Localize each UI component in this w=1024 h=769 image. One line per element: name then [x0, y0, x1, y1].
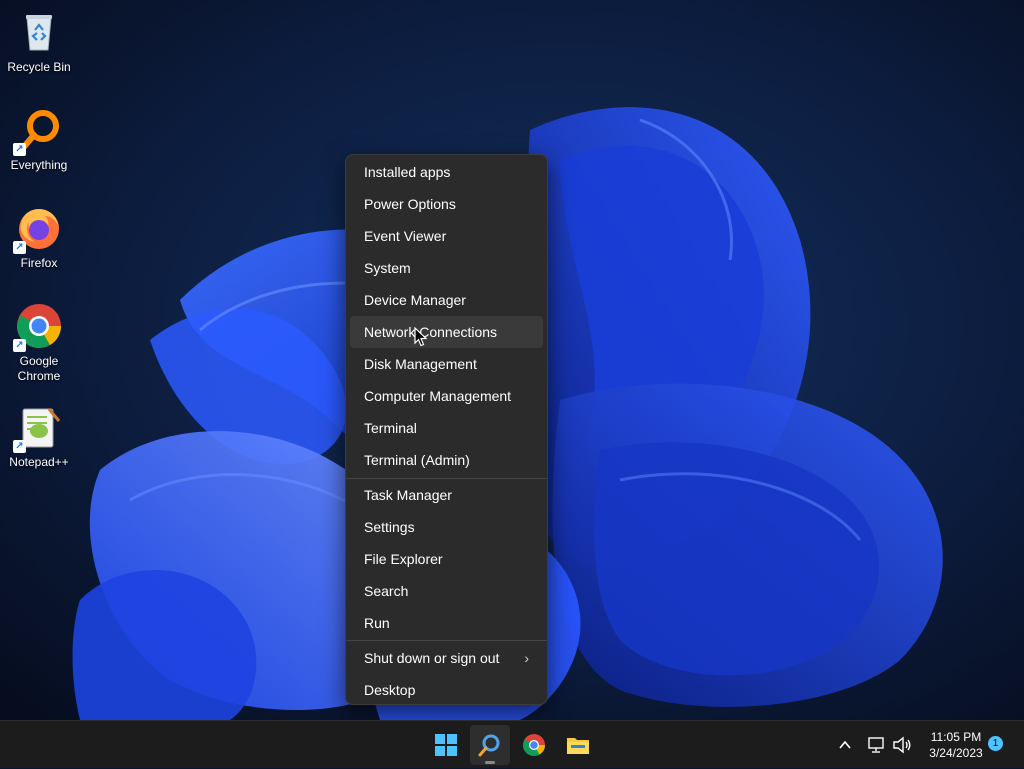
desktop-icon-firefox[interactable]: ↗ Firefox [0, 204, 78, 271]
clock-button[interactable]: 11:05 PM 3/24/2023 [916, 729, 996, 761]
menu-separator [346, 640, 547, 641]
taskbar-search-button[interactable] [470, 725, 510, 765]
volume-button[interactable] [890, 721, 914, 769]
clock-time: 11:05 PM [930, 730, 982, 744]
taskbar: 11:05 PM 3/24/2023 [0, 720, 1024, 768]
menu-item-computer-management[interactable]: Computer Management [350, 380, 543, 412]
shortcut-arrow-icon: ↗ [13, 241, 26, 254]
menu-item-desktop[interactable]: Desktop [350, 674, 543, 706]
desktop-icon-label: Firefox [20, 256, 58, 270]
everything-search-icon: ↗ [13, 106, 63, 156]
taskbar-chrome-button[interactable] [514, 725, 554, 765]
menu-item-settings[interactable]: Settings [350, 511, 543, 543]
desktop-icon-recycle-bin[interactable]: Recycle Bin [0, 8, 78, 75]
chrome-icon [523, 734, 545, 756]
menu-item-terminal-admin[interactable]: Terminal (Admin) [350, 444, 543, 476]
notification-badge[interactable]: 1 [988, 736, 1003, 751]
winx-context-menu: Installed apps Power Options Event Viewe… [345, 154, 548, 705]
shortcut-arrow-icon: ↗ [13, 143, 26, 156]
shortcut-arrow-icon: ↗ [13, 440, 26, 453]
menu-item-task-manager[interactable]: Task Manager [350, 479, 543, 511]
shortcut-arrow-icon: ↗ [13, 339, 26, 352]
menu-item-system[interactable]: System [350, 252, 543, 284]
menu-item-disk-management[interactable]: Disk Management [350, 348, 543, 380]
desktop-icon-google-chrome[interactable]: ↗ Google Chrome [0, 302, 78, 384]
menu-item-event-viewer[interactable]: Event Viewer [350, 220, 543, 252]
menu-group-apps: Task Manager Settings File Explorer Sear… [346, 479, 547, 639]
menu-item-device-manager[interactable]: Device Manager [350, 284, 543, 316]
chrome-icon: ↗ [13, 302, 63, 352]
menu-item-file-explorer[interactable]: File Explorer [350, 543, 543, 575]
network-status-button[interactable] [864, 721, 888, 769]
start-button[interactable] [426, 725, 466, 765]
desktop-icon-label: Everything [10, 158, 68, 172]
folder-icon [567, 738, 589, 754]
clock-date: 3/24/2023 [929, 746, 983, 760]
speaker-icon [893, 736, 911, 754]
network-icon [868, 737, 884, 753]
chevron-up-icon [839, 740, 851, 749]
desktop-icon-label: Notepad++ [9, 455, 69, 469]
menu-item-terminal[interactable]: Terminal [350, 412, 543, 444]
menu-group-tools: Installed apps Power Options Event Viewe… [346, 156, 547, 476]
menu-item-search[interactable]: Search [350, 575, 543, 607]
recycle-bin-icon [15, 8, 63, 56]
menu-group-power: Shut down or sign out › Desktop [346, 642, 547, 706]
mouse-pointer-icon [414, 327, 428, 347]
chevron-right-icon: › [524, 650, 529, 666]
firefox-icon: ↗ [13, 204, 63, 254]
menu-item-power-options[interactable]: Power Options [350, 188, 543, 220]
menu-item-run[interactable]: Run [350, 607, 543, 639]
windows-logo-icon [435, 734, 457, 756]
desktop-icon-everything[interactable]: ↗ Everything [0, 106, 78, 173]
menu-item-installed-apps[interactable]: Installed apps [350, 156, 543, 188]
menu-item-shut-down-or-sign-out[interactable]: Shut down or sign out › [350, 642, 543, 674]
running-indicator [485, 761, 495, 764]
desktop-icon-label: Recycle Bin [7, 60, 71, 74]
taskbar-file-explorer-button[interactable] [558, 725, 598, 765]
desktop-icon-notepad-plus-plus[interactable]: ↗ Notepad++ [0, 403, 78, 470]
notepad-plus-plus-icon: ↗ [13, 403, 63, 453]
search-icon [478, 734, 500, 757]
tray-overflow-button[interactable] [834, 721, 856, 769]
desktop-icon-label: Google Chrome [17, 354, 61, 383]
menu-item-network-connections[interactable]: Network Connections [350, 316, 543, 348]
menu-item-label: Shut down or sign out [364, 650, 500, 666]
